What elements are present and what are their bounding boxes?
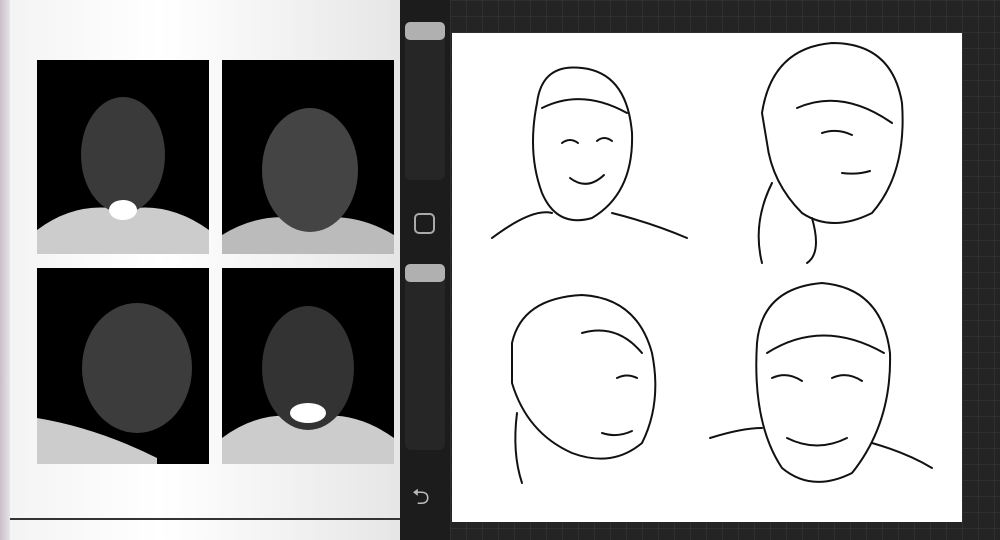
page-divider bbox=[10, 518, 400, 520]
panel-edge bbox=[0, 0, 10, 540]
reference-photo-1 bbox=[37, 60, 209, 254]
sketch-head-3 bbox=[511, 293, 657, 484]
workspace bbox=[450, 0, 1000, 540]
brush-size-slider[interactable] bbox=[405, 22, 445, 180]
reference-photo-2 bbox=[222, 60, 394, 254]
sketch-head-4 bbox=[709, 281, 933, 483]
undo-arrow-icon[interactable]: ⮌ bbox=[412, 480, 430, 518]
sketch-head-2 bbox=[757, 41, 904, 264]
brush-size-thumb[interactable] bbox=[405, 22, 445, 40]
opacity-slider[interactable] bbox=[405, 264, 445, 450]
reference-panel[interactable] bbox=[0, 0, 400, 540]
reference-photo-3 bbox=[37, 268, 209, 464]
square-icon[interactable] bbox=[414, 213, 435, 234]
reference-photo-4 bbox=[222, 268, 394, 464]
sidebar: ⮌ bbox=[400, 0, 450, 540]
opacity-thumb[interactable] bbox=[405, 264, 445, 282]
sketch-head-1 bbox=[491, 66, 688, 239]
drawing-canvas[interactable] bbox=[452, 33, 962, 522]
